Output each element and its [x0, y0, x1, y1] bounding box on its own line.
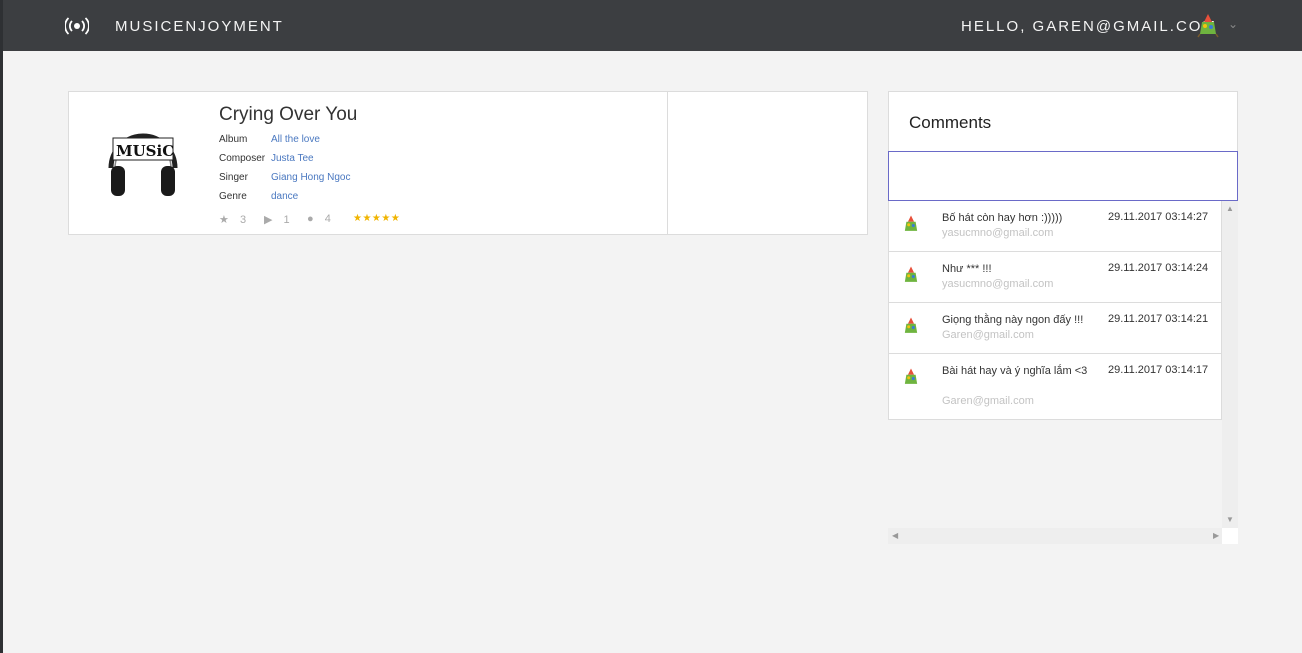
comment-item: Bài hát hay và ý nghĩa lắm <3 Garen@gmai…: [888, 354, 1222, 420]
user-avatar-icon[interactable]: [1196, 12, 1220, 38]
comment-time: 29.11.2017 03:14:24: [1108, 262, 1209, 274]
vertical-scrollbar[interactable]: ▲ ▼: [1222, 201, 1238, 528]
play-stat[interactable]: ▶ 1: [264, 213, 290, 226]
favorite-stat[interactable]: ★ 3: [219, 213, 246, 226]
composer-link[interactable]: Justa Tee: [271, 153, 314, 164]
comment-list: Bố hát còn hay hơn :))))) yasucmno@gmail…: [888, 201, 1238, 544]
comment-text: Như *** !!!: [942, 263, 992, 275]
comment-icon: ●: [307, 213, 314, 225]
broadcast-icon[interactable]: [65, 16, 89, 36]
svg-text:MUSiC: MUSiC: [116, 142, 174, 160]
scrollbar-corner: [1222, 528, 1238, 544]
comment-author: yasucmno@gmail.com: [942, 278, 1054, 290]
play-icon: ▶: [264, 214, 273, 226]
comments-title: Comments: [909, 113, 992, 132]
star-icon: ★: [219, 214, 229, 226]
comment-author: Garen@gmail.com: [942, 395, 1034, 407]
album-label: Album: [219, 134, 248, 145]
commenter-avatar-icon: [904, 368, 918, 384]
comment-author: yasucmno@gmail.com: [942, 227, 1054, 239]
scroll-down-icon[interactable]: ▼: [1226, 516, 1234, 524]
comment-item: Bố hát còn hay hơn :))))) yasucmno@gmail…: [888, 201, 1222, 252]
horizontal-scrollbar[interactable]: ◀ ▶: [888, 528, 1222, 544]
comment-input[interactable]: [888, 151, 1238, 201]
comment-stat[interactable]: ● 4: [307, 213, 331, 225]
commenter-avatar-icon: [904, 317, 918, 333]
song-card-divider: [667, 92, 668, 234]
genre-link[interactable]: dance: [271, 191, 298, 202]
chevron-down-icon[interactable]: ⌄: [1228, 17, 1238, 31]
album-link[interactable]: All the love: [271, 134, 320, 145]
rating-stars[interactable]: ★★★★★: [353, 213, 400, 224]
comment-author: Garen@gmail.com: [942, 329, 1034, 341]
singer-link[interactable]: Giang Hong Ngoc: [271, 172, 351, 183]
scroll-left-icon[interactable]: ◀: [892, 532, 898, 540]
comment-time: 29.11.2017 03:14:21: [1108, 313, 1209, 325]
comment-text: Bố hát còn hay hơn :))))): [942, 212, 1063, 224]
comment-time: 29.11.2017 03:14:17: [1108, 364, 1209, 376]
favorite-count: 3: [239, 214, 247, 226]
commenter-avatar-icon: [904, 215, 918, 231]
brand-name[interactable]: MUSICENJOYMENT: [115, 18, 284, 35]
top-navbar: MUSICENJOYMENT HELLO, GAREN@GMAIL.COM ⌄: [3, 0, 1302, 51]
comment-count: 4: [324, 213, 331, 225]
user-greeting[interactable]: HELLO, GAREN@GMAIL.COM: [961, 18, 1217, 35]
comment-item: Giọng thằng này ngon đấy !!! Garen@gmail…: [888, 303, 1222, 354]
genre-label: Genre: [219, 191, 247, 202]
comment-list-area[interactable]: Bố hát còn hay hơn :))))) yasucmno@gmail…: [888, 201, 1222, 528]
singer-label: Singer: [219, 172, 248, 183]
comment-text: Bài hát hay và ý nghĩa lắm <3: [942, 365, 1088, 377]
play-count: 1: [283, 214, 290, 226]
song-card: MUSiC Crying Over You Album All the love…: [68, 91, 868, 235]
comment-time: 29.11.2017 03:14:27: [1108, 211, 1209, 223]
scroll-up-icon[interactable]: ▲: [1226, 205, 1234, 213]
song-title: Crying Over You: [219, 104, 358, 125]
comment-text: Giọng thằng này ngon đấy !!!: [942, 314, 1084, 326]
comment-item: Như *** !!! yasucmno@gmail.com 29.11.201…: [888, 252, 1222, 303]
scroll-right-icon[interactable]: ▶: [1213, 532, 1219, 540]
commenter-avatar-icon: [904, 266, 918, 282]
comments-header: Comments: [888, 91, 1238, 151]
headphones-music-cover: MUSiC: [108, 133, 178, 196]
composer-label: Composer: [219, 153, 266, 164]
